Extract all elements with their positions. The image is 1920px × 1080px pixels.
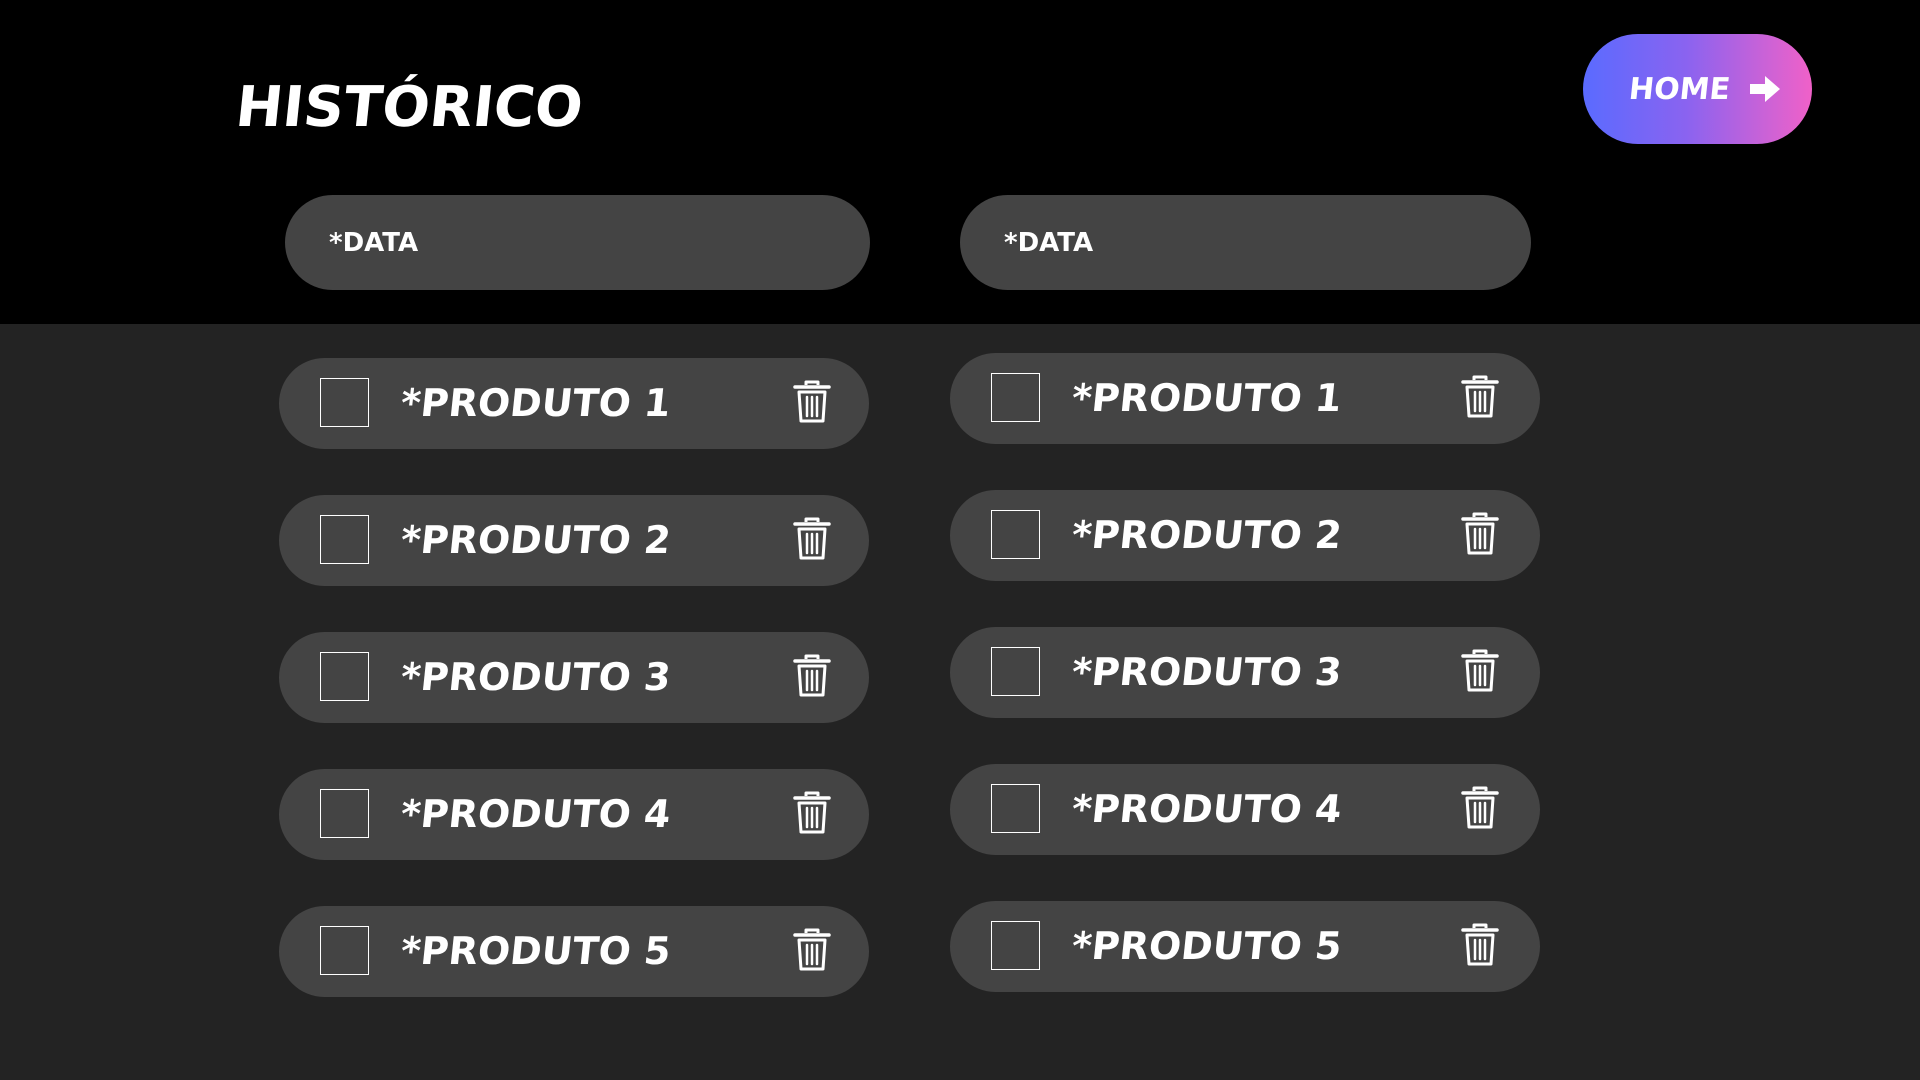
list-item: *PRODUTO 5 — [950, 901, 1540, 992]
trash-icon — [1461, 512, 1499, 555]
item-label: *PRODUTO 2 — [1069, 513, 1344, 557]
list-item: *PRODUTO 1 — [279, 358, 869, 449]
item-checkbox[interactable] — [991, 373, 1040, 422]
trash-icon — [1461, 649, 1499, 692]
history-page: HISTÓRICO HOME *PRODUTO 1 *PRODUTO 2 *PR… — [0, 0, 1920, 1080]
date-filter-left[interactable] — [285, 195, 870, 290]
item-checkbox[interactable] — [320, 926, 369, 975]
trash-icon — [793, 928, 831, 971]
list-item: *PRODUTO 2 — [950, 490, 1540, 581]
item-label: *PRODUTO 3 — [398, 655, 673, 699]
list-item: *PRODUTO 3 — [950, 627, 1540, 718]
delete-button[interactable] — [792, 379, 832, 425]
list-item: *PRODUTO 4 — [279, 769, 869, 860]
item-label: *PRODUTO 5 — [1069, 924, 1344, 968]
trash-icon — [793, 380, 831, 423]
home-button[interactable]: HOME — [1583, 34, 1812, 144]
delete-button[interactable] — [1460, 648, 1500, 694]
delete-button[interactable] — [1460, 374, 1500, 420]
trash-icon — [793, 654, 831, 697]
date-filter-right[interactable] — [960, 195, 1531, 290]
delete-button[interactable] — [1460, 922, 1500, 968]
item-checkbox[interactable] — [991, 647, 1040, 696]
item-checkbox[interactable] — [320, 378, 369, 427]
item-label: *PRODUTO 2 — [398, 518, 673, 562]
delete-button[interactable] — [792, 927, 832, 973]
arrow-right-icon — [1750, 76, 1780, 102]
trash-icon — [1461, 923, 1499, 966]
delete-button[interactable] — [792, 516, 832, 562]
delete-button[interactable] — [1460, 511, 1500, 557]
delete-button[interactable] — [792, 790, 832, 836]
trash-icon — [1461, 786, 1499, 829]
item-label: *PRODUTO 3 — [1069, 650, 1344, 694]
item-checkbox[interactable] — [320, 789, 369, 838]
list-item: *PRODUTO 5 — [279, 906, 869, 997]
delete-button[interactable] — [1460, 785, 1500, 831]
item-checkbox[interactable] — [991, 921, 1040, 970]
item-label: *PRODUTO 4 — [398, 792, 673, 836]
trash-icon — [793, 517, 831, 560]
list-item: *PRODUTO 2 — [279, 495, 869, 586]
trash-icon — [1461, 375, 1499, 418]
list-item: *PRODUTO 3 — [279, 632, 869, 723]
item-checkbox[interactable] — [991, 784, 1040, 833]
item-checkbox[interactable] — [320, 515, 369, 564]
page-title: HISTÓRICO — [232, 75, 586, 140]
list-item: *PRODUTO 4 — [950, 764, 1540, 855]
item-checkbox[interactable] — [991, 510, 1040, 559]
item-label: *PRODUTO 5 — [398, 929, 673, 973]
item-label: *PRODUTO 1 — [1069, 376, 1344, 420]
list-item: *PRODUTO 1 — [950, 353, 1540, 444]
item-label: *PRODUTO 4 — [1069, 787, 1344, 831]
trash-icon — [793, 791, 831, 834]
item-label: *PRODUTO 1 — [398, 381, 673, 425]
home-button-label: HOME — [1627, 71, 1732, 107]
item-checkbox[interactable] — [320, 652, 369, 701]
delete-button[interactable] — [792, 653, 832, 699]
